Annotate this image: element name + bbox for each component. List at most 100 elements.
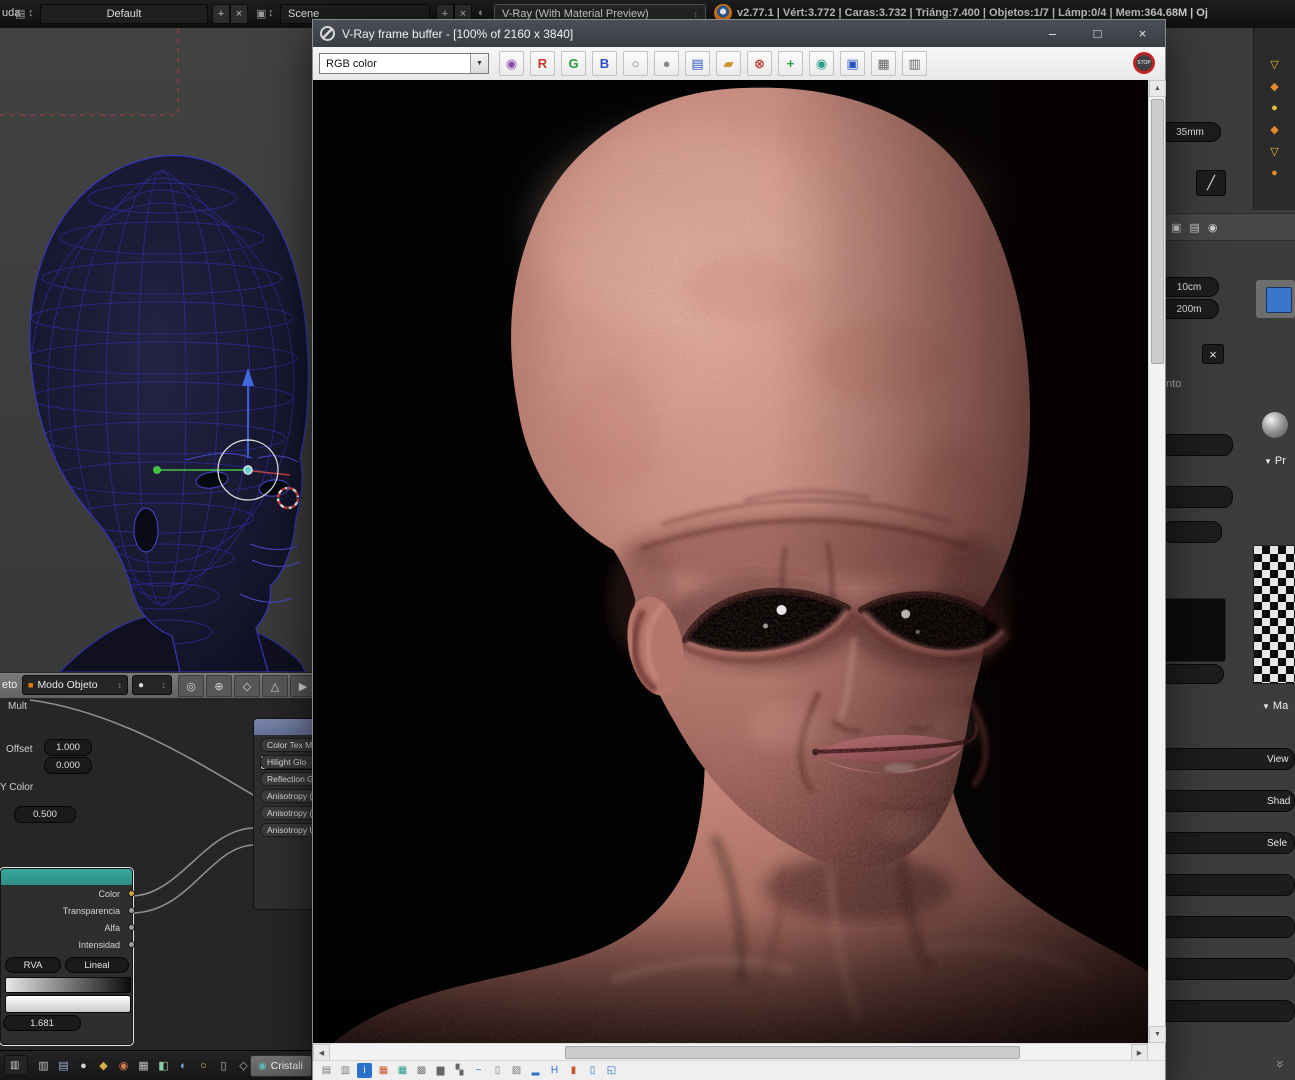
panel-header-pr[interactable]: ▼ Pr <box>1264 455 1286 467</box>
blue-channel-button[interactable]: B <box>592 51 617 76</box>
render-region-button[interactable]: ◉ <box>809 51 834 76</box>
checker-icon[interactable]: ▚ <box>452 1063 467 1078</box>
ramp-color-mode[interactable]: RVA <box>5 957 61 973</box>
blue-doc-icon[interactable]: ▯ <box>585 1063 600 1078</box>
clear-image-button[interactable]: ⊗ <box>747 51 772 76</box>
offset-y-field[interactable]: 0.000 <box>44 757 92 774</box>
node-input-row[interactable]: Reflection G <box>260 772 313 786</box>
maximize-button[interactable]: □ <box>1075 20 1120 47</box>
scroll-up-button[interactable]: ▲ <box>1149 80 1166 97</box>
pan-tool-button[interactable]: + <box>778 51 803 76</box>
sphere-icon[interactable]: ● <box>76 1058 91 1073</box>
lamp-icon[interactable]: ● <box>1271 102 1278 114</box>
material-node-header[interactable] <box>254 719 313 735</box>
layers-icon[interactable]: ▥ <box>338 1063 353 1078</box>
output-socket[interactable] <box>128 907 135 914</box>
white-doc-icon[interactable]: ▯ <box>490 1063 505 1078</box>
property-field-2[interactable] <box>1159 486 1233 508</box>
swatch-grid-icon[interactable]: ▦ <box>395 1063 410 1078</box>
rgb-channels-icon[interactable]: ◉ <box>499 51 524 76</box>
mesh-icon[interactable]: ◆ <box>1270 123 1278 136</box>
material-preview-ball-icon[interactable] <box>1262 412 1288 438</box>
property-field-6[interactable] <box>1150 958 1295 980</box>
node-input-row[interactable]: Anisotropy ( <box>260 789 313 803</box>
levels-icon[interactable]: ▆ <box>433 1063 448 1078</box>
minimize-button[interactable]: – <box>1030 20 1075 47</box>
alpha-channel-button[interactable]: ● <box>654 51 679 76</box>
horizontal-scroll-thumb[interactable] <box>565 1046 1020 1059</box>
node-input-row[interactable]: Anisotropy U <box>260 823 313 837</box>
compare-button[interactable]: ▥ <box>902 51 927 76</box>
editor-type-selector[interactable]: ▥ <box>4 1055 28 1075</box>
letter-h-icon[interactable]: H <box>547 1063 562 1078</box>
pixel-info-button[interactable]: ▦ <box>871 51 896 76</box>
render-image-area[interactable] <box>313 80 1148 1043</box>
filter-icon[interactable]: ▽ <box>1270 58 1278 71</box>
object-icon[interactable]: ◆ <box>1270 80 1278 93</box>
material-node[interactable]: Color Tex M Hilight Glo Reflection G <box>253 718 313 910</box>
add-layout-button[interactable]: + <box>212 4 230 24</box>
world-icon[interactable]: ○ <box>196 1058 211 1073</box>
load-image-button[interactable]: ▰ <box>716 51 741 76</box>
property-field-7[interactable] <box>1150 1000 1295 1022</box>
output-socket[interactable] <box>128 941 135 948</box>
node-input-row[interactable]: Hilight Glo <box>260 755 313 769</box>
info-icon[interactable]: i <box>357 1063 372 1078</box>
map-row-sele[interactable]: Sele <box>1150 832 1295 854</box>
mono-channel-button[interactable]: ○ <box>623 51 648 76</box>
camera-icon[interactable]: ▣ <box>1171 221 1181 234</box>
node-input-row[interactable]: Anisotropy ( <box>260 806 313 820</box>
scroll-down-button[interactable]: ▼ <box>1149 1026 1166 1043</box>
property-field-3[interactable] <box>1158 664 1224 684</box>
clip-end-field[interactable]: 200m <box>1159 299 1219 319</box>
pixel-grid-icon[interactable]: ▩ <box>414 1063 429 1078</box>
doc-icon[interactable]: ▯ <box>216 1058 231 1073</box>
ramp-node-header[interactable] <box>1 869 132 885</box>
display-correction-button[interactable]: ▣ <box>840 51 865 76</box>
rgb-grid-icon[interactable]: ▦ <box>376 1063 391 1078</box>
orientation-icon[interactable]: ◐ <box>176 1058 191 1073</box>
green-channel-button[interactable]: G <box>561 51 586 76</box>
horizontal-scrollbar[interactable]: ◀ ▶ <box>313 1043 1148 1060</box>
mode-selector[interactable]: ■ Modo Objeto ↕ <box>22 675 128 695</box>
map-row-shad[interactable]: Shad <box>1150 790 1295 812</box>
output-socket[interactable] <box>128 924 135 931</box>
node-input-row[interactable]: Color Tex M <box>260 738 313 752</box>
stop-render-button[interactable]: STOP <box>1133 52 1155 74</box>
property-field-5[interactable] <box>1150 916 1295 938</box>
editor-type-icon[interactable]: ▥ <box>36 1058 51 1073</box>
vertical-scrollbar[interactable]: ▲ ▼ <box>1148 80 1165 1043</box>
offset-x-field[interactable]: 1.000 <box>44 739 92 756</box>
edit-pencil-button[interactable]: ╱ <box>1196 170 1226 196</box>
remove-button[interactable]: × <box>1202 344 1224 364</box>
pivot-center-icon[interactable]: ◎ <box>178 675 204 697</box>
factor-field[interactable]: 0.500 <box>14 806 76 823</box>
color-ramp-node[interactable]: Color Transparencia Alfa Intensi <box>0 868 133 1045</box>
node-output-row[interactable]: Intensidad <box>1 936 132 953</box>
manipulator-icon[interactable]: ⊕ <box>206 675 232 697</box>
viewport-3d[interactable] <box>0 28 313 672</box>
duplicate-icon[interactable]: ▤ <box>319 1063 334 1078</box>
red-channel-button[interactable]: R <box>530 51 555 76</box>
view-icon[interactable]: ▤ <box>56 1058 71 1073</box>
magnet-icon[interactable]: ◉ <box>116 1058 131 1073</box>
node-output-row[interactable]: Alfa <box>1 919 132 936</box>
blue-color-swatch[interactable] <box>1266 287 1292 313</box>
active-tool-button[interactable]: ◉ Cristali <box>250 1055 312 1077</box>
zoom-icon[interactable]: ◱ <box>604 1063 619 1078</box>
property-field-4[interactable] <box>1150 874 1295 896</box>
node-output-row[interactable]: Transparencia <box>1 902 132 919</box>
channel-dropdown[interactable]: RGB color ▼ <box>319 53 489 74</box>
camera-lens-field[interactable]: 35mm <box>1159 122 1221 142</box>
columns-icon[interactable]: ▮ <box>566 1063 581 1078</box>
delete-layout-button[interactable]: × <box>230 4 248 24</box>
output-socket[interactable] <box>128 890 135 897</box>
shading-selector[interactable]: ● ↕ <box>132 675 172 695</box>
snap-element-icon[interactable]: ◆ <box>96 1058 111 1073</box>
proportional-icon[interactable]: ◧ <box>156 1058 171 1073</box>
lamp2-icon[interactable]: ● <box>1271 167 1278 179</box>
node-output-row[interactable]: Color <box>1 885 132 902</box>
color-ramp-bar[interactable] <box>5 977 131 993</box>
close-button[interactable]: × <box>1120 20 1165 47</box>
value-slider[interactable] <box>1162 521 1222 543</box>
